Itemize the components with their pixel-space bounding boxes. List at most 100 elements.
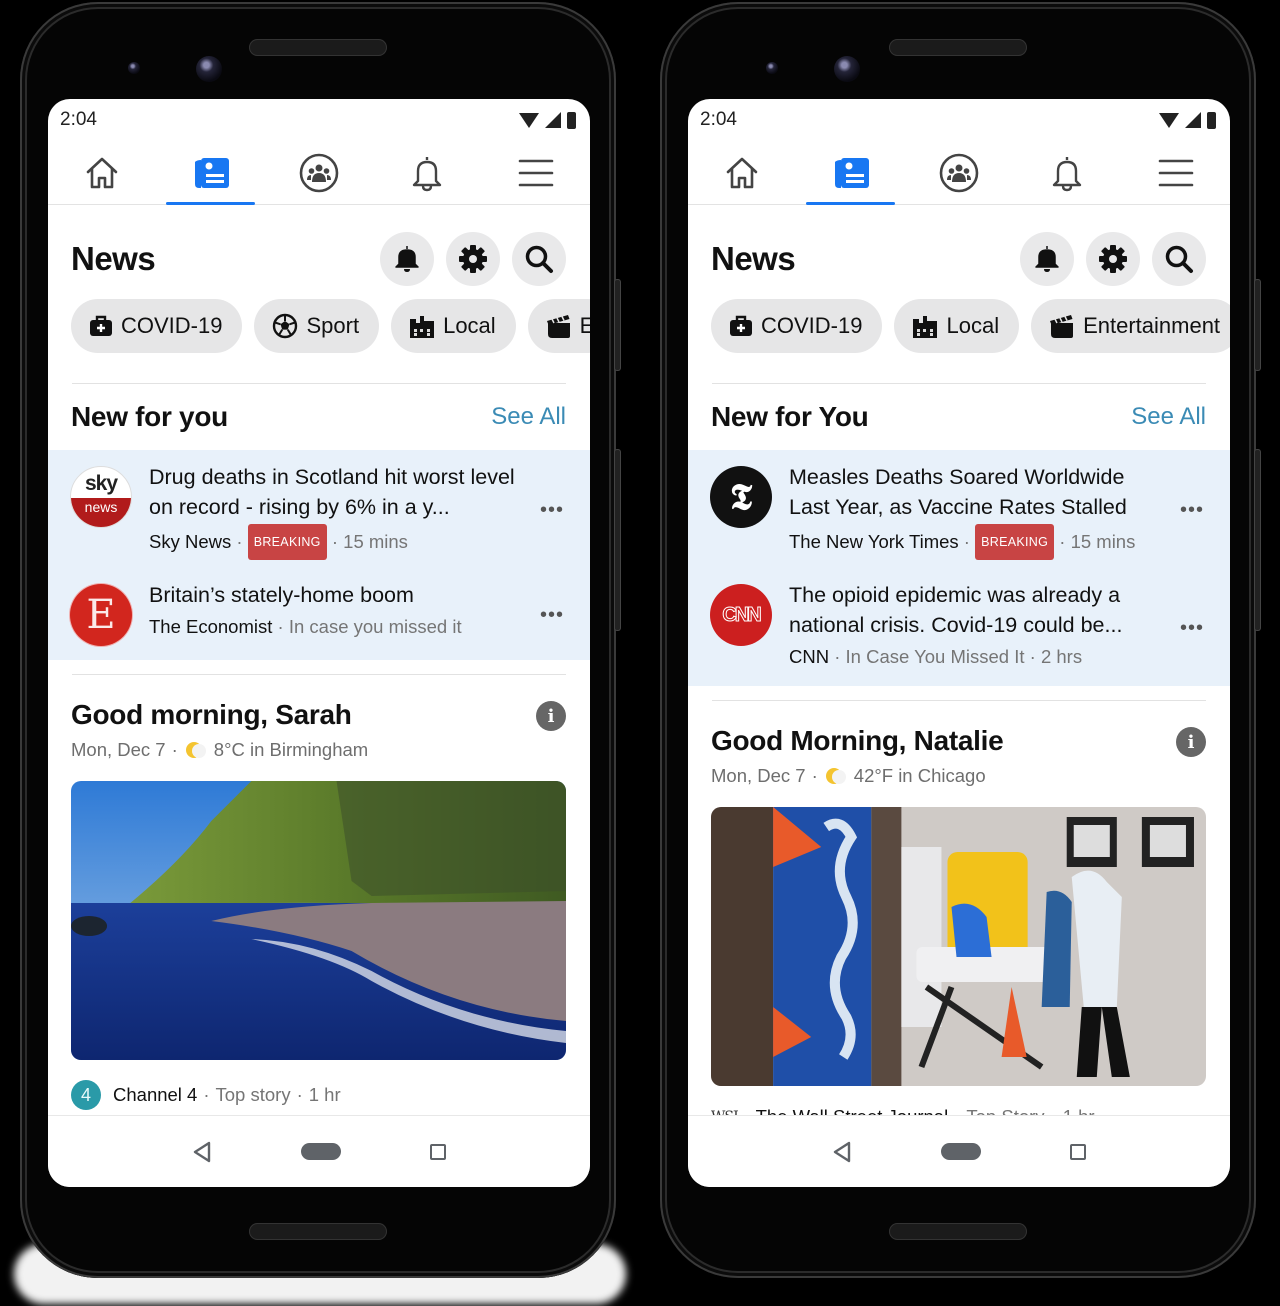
chip-entertainment[interactable]: Entertainment	[1031, 299, 1230, 353]
cell-signal-icon	[545, 112, 561, 128]
news-header: News	[48, 205, 590, 287]
info-icon[interactable]: i	[536, 701, 566, 731]
more-options-icon[interactable]: •••	[540, 500, 564, 520]
partly-sunny-icon	[825, 768, 846, 784]
groups-tab[interactable]	[265, 141, 373, 204]
story-source: CNN	[789, 646, 830, 667]
menu-tab[interactable]	[1122, 141, 1230, 204]
settings-button[interactable]	[1086, 232, 1140, 286]
groups-icon	[299, 153, 339, 192]
see-all-link[interactable]: See All	[491, 403, 566, 431]
medical-kit-icon	[730, 315, 752, 336]
status-time: 2:04	[700, 109, 737, 130]
chip-covid-19[interactable]: COVID-19	[711, 299, 883, 353]
settings-button[interactable]	[446, 232, 500, 286]
chip-entertainment[interactable]: E	[527, 299, 590, 353]
chip-covid-19[interactable]: COVID-19	[71, 299, 243, 353]
groups-tab[interactable]	[905, 141, 1013, 204]
top-navigation	[688, 141, 1230, 205]
story-time: 15 mins	[343, 531, 408, 552]
story-item[interactable]: 𝕿 Measles Deaths Soared Worldwide Last Y…	[688, 450, 1230, 570]
search-button[interactable]	[512, 232, 566, 286]
home-icon	[86, 157, 118, 188]
news-icon	[834, 157, 869, 188]
home-pill-button[interactable]	[940, 1143, 981, 1160]
chip-label: Local	[946, 313, 1000, 338]
back-icon[interactable]	[192, 1141, 212, 1163]
clapperboard-icon	[546, 315, 570, 338]
news-tab[interactable]	[156, 141, 264, 205]
more-options-icon[interactable]: •••	[1180, 500, 1204, 520]
medical-kit-icon	[90, 315, 112, 336]
hamburger-menu-icon	[1158, 159, 1194, 186]
story-item[interactable]: CNN The opioid epidemic was already a na…	[688, 570, 1230, 686]
story-item[interactable]: sky news Drug deaths in Scotland hit wor…	[48, 450, 590, 570]
story-list: sky news Drug deaths in Scotland hit wor…	[48, 450, 590, 660]
story-item[interactable]: E Britain’s stately-home boom The Econom…	[48, 570, 590, 660]
recent-apps-icon[interactable]	[429, 1143, 446, 1160]
separator: ·	[331, 531, 339, 552]
notification-settings-button[interactable]	[380, 232, 434, 286]
more-options-icon[interactable]: •••	[540, 605, 564, 625]
see-all-link[interactable]: See All	[1131, 403, 1206, 431]
greeting-card: Good Morning, Natalie Mon, Dec 7 · 42°F …	[688, 725, 1230, 787]
info-icon[interactable]: i	[1176, 727, 1206, 757]
economist-logo-text: E	[86, 592, 116, 638]
home-pill-button[interactable]	[300, 1143, 341, 1160]
story-headline: Measles Deaths Soared Worldwide Last Yea…	[789, 465, 1127, 519]
recent-apps-icon[interactable]	[1069, 1143, 1086, 1160]
city-icon	[913, 316, 938, 338]
home-tab[interactable]	[688, 141, 796, 204]
coastal-cliff-photo[interactable]	[71, 781, 566, 1060]
more-options-icon[interactable]: •••	[1180, 618, 1204, 638]
home-tab[interactable]	[48, 141, 156, 204]
greeting-title: Good Morning, Natalie	[711, 725, 1004, 756]
weather-text: 42°F in Chicago	[853, 765, 986, 786]
nyt-logo: 𝕿	[710, 466, 772, 528]
separator: ·	[296, 1084, 303, 1105]
story-tag: In Case You Missed It	[845, 646, 1025, 667]
chip-local[interactable]: Local	[391, 299, 516, 353]
page-title: News	[71, 240, 156, 277]
sky-news-logo: sky news	[70, 466, 132, 528]
chip-sport[interactable]: Sport	[254, 299, 380, 353]
new-for-you-header: New for you See All	[48, 384, 590, 450]
notifications-tab[interactable]	[373, 141, 481, 204]
story-source: Channel 4	[113, 1084, 198, 1105]
front-camera-small	[128, 62, 140, 74]
system-navigation-bar	[688, 1115, 1230, 1187]
breaking-badge: BREAKING	[247, 524, 327, 560]
phone-left: 2:04 News COVID-19 Sport Local E New for…	[20, 2, 620, 1278]
story-headline: Drug deaths in Scotland hit worst level …	[149, 465, 515, 519]
separator: ·	[1059, 531, 1066, 552]
football-icon	[273, 313, 298, 339]
front-camera	[196, 56, 222, 82]
story-meta: The Economist · In case you missed it	[149, 612, 516, 642]
partly-sunny-icon	[185, 742, 206, 758]
battery-icon	[567, 111, 576, 129]
greeting-title: Good morning, Sarah	[71, 699, 352, 730]
sky-logo-text: sky	[84, 472, 118, 495]
notification-settings-button[interactable]	[1020, 232, 1074, 286]
page-title: News	[711, 240, 796, 277]
status-time: 2:04	[60, 109, 97, 130]
topic-chips: COVID-19 Sport Local E	[48, 287, 590, 353]
separator: ·	[963, 531, 970, 552]
notifications-tab[interactable]	[1013, 141, 1121, 204]
back-icon[interactable]	[832, 1141, 852, 1163]
status-bar: 2:04	[48, 99, 590, 141]
chip-label: E	[579, 313, 590, 338]
cell-signal-icon	[1185, 112, 1201, 128]
city-icon	[410, 316, 435, 338]
news-tab[interactable]	[796, 141, 904, 205]
search-button[interactable]	[1152, 232, 1206, 286]
menu-tab[interactable]	[482, 141, 590, 204]
chip-label: COVID-19	[121, 313, 223, 338]
wifi-icon	[1159, 112, 1179, 128]
story-list: 𝕿 Measles Deaths Soared Worldwide Last Y…	[688, 450, 1230, 686]
screen: 2:04 News	[48, 99, 590, 1187]
chip-local[interactable]: Local	[894, 299, 1020, 353]
chip-label: Sport	[306, 313, 360, 338]
ambulance-stretcher-photo[interactable]	[711, 807, 1206, 1086]
bell-icon	[395, 246, 419, 272]
